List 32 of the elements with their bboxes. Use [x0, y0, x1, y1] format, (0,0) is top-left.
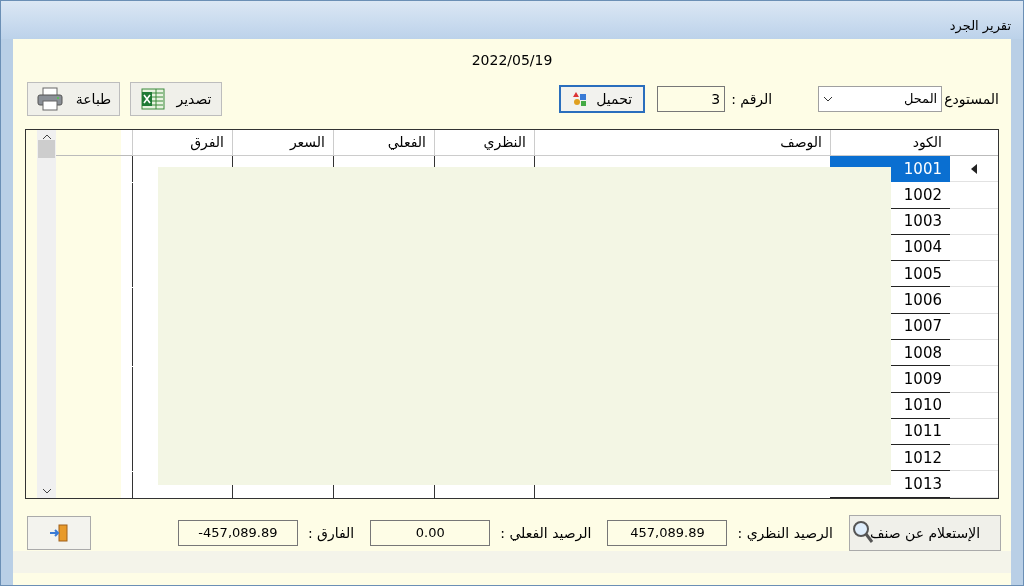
total-field: 457,089.89: [607, 520, 728, 546]
column-header[interactable]: الفرق: [132, 130, 232, 156]
exit-button[interactable]: [27, 516, 91, 550]
door-exit-icon: [49, 524, 69, 542]
row-pointer-icon: [971, 163, 977, 174]
window-title: تقرير الجرد: [949, 16, 1011, 35]
search-item-button[interactable]: الإستعلام عن صنف: [849, 515, 1001, 551]
column-header[interactable]: السعر: [232, 130, 333, 156]
load-button[interactable]: تحميل: [559, 85, 646, 113]
total-label: الفارق :: [307, 523, 355, 544]
total-field: 0.00: [370, 520, 491, 546]
chevron-up-icon: [41, 134, 52, 140]
column-header[interactable]: الوصف: [534, 130, 830, 156]
printer-icon: [35, 87, 64, 111]
total-label: الرصيد الفعلي :: [500, 523, 592, 544]
report-date: 2022/05/19: [471, 50, 553, 70]
warehouse-dropdown[interactable]: المحل: [818, 86, 943, 112]
shapes-icon: [572, 91, 589, 107]
scrollbar[interactable]: [37, 130, 56, 498]
number-label: الرقم :: [731, 89, 773, 110]
scroll-thumb[interactable]: [38, 140, 55, 158]
spreadsheet-icon: [140, 88, 165, 110]
total-label: الرصيد النظري :: [737, 523, 833, 544]
chevron-down-icon: [41, 488, 52, 494]
number-field[interactable]: 3: [657, 86, 726, 112]
print-button[interactable]: طباعة: [27, 82, 120, 116]
chevron-down-icon: [823, 96, 834, 102]
total-field: 457,089.89-: [177, 520, 298, 546]
export-button[interactable]: تصدير: [130, 82, 222, 116]
column-header[interactable]: الفعلي: [333, 130, 434, 156]
warehouse-label: المستودع: [944, 89, 999, 110]
column-header[interactable]: النظري: [434, 130, 534, 156]
